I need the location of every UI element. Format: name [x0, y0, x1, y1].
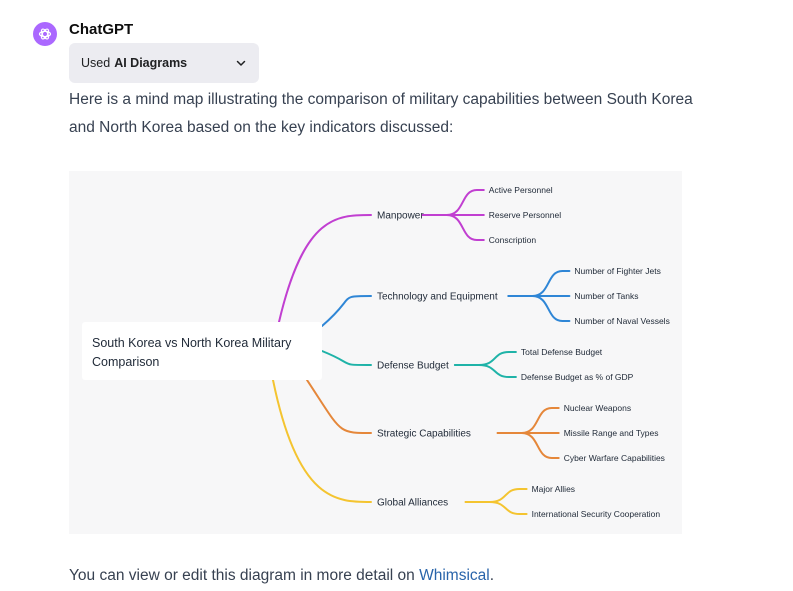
child-connector [507, 295, 571, 322]
branch-connector [321, 350, 372, 366]
mind-map-diagram: Manpower Active Personnel Reserve Personne… [69, 171, 682, 534]
branch-connector [278, 214, 372, 323]
branch-connector [272, 379, 372, 503]
intro-text: Here is a mind map illustrating the comp… [69, 91, 693, 136]
branch-label: Technology and Equipment [377, 292, 498, 303]
child-connector [464, 501, 528, 515]
child-label: Major Allies [532, 484, 575, 494]
child-label: Reserve Personnel [489, 210, 561, 220]
branch-connector [306, 379, 372, 434]
chatgpt-avatar [33, 22, 57, 46]
child-label: Total Defense Budget [521, 347, 603, 357]
child-label: Number of Naval Vessels [574, 316, 669, 326]
child-label: Nuclear Weapons [564, 403, 631, 413]
footer-prefix: You can view or edit this diagram in mor… [69, 567, 420, 584]
tool-used-prefix: Used [81, 56, 111, 70]
tool-used-toggle[interactable]: Used AI Diagrams [69, 43, 259, 83]
child-label: Number of Tanks [574, 291, 638, 301]
child-connector [464, 488, 528, 503]
openai-logo-icon [38, 28, 52, 40]
child-connector [421, 189, 485, 216]
child-label: Defense Budget as % of GDP [521, 372, 634, 382]
child-label: Active Personnel [489, 185, 553, 195]
branch-label: Strategic Capabilities [377, 429, 471, 440]
sender-name: ChatGPT [69, 21, 134, 38]
child-label: Conscription [489, 235, 537, 245]
child-connector [453, 364, 517, 378]
child-connector [496, 432, 560, 459]
child-connector [421, 214, 485, 241]
mind-map-root: South Korea vs North Korea Military Comp… [82, 322, 322, 380]
child-label: Missile Range and Types [564, 428, 659, 438]
child-connector [496, 407, 560, 434]
child-label: Number of Fighter Jets [574, 266, 660, 276]
child-label: Cyber Warfare Capabilities [564, 453, 665, 463]
footer-suffix: . [489, 567, 495, 584]
branch-label: Defense Budget [377, 361, 449, 372]
child-label: International Security Cooperation [532, 509, 661, 519]
whimsical-link[interactable]: Whimsical [419, 567, 490, 584]
chevron-down-icon [235, 57, 247, 69]
tool-name: AI Diagrams [114, 56, 188, 70]
child-connector [507, 270, 571, 297]
branch-label: Manpower [377, 211, 424, 222]
footer-text: You can view or edit this diagram in mor… [69, 567, 494, 585]
branch-connector [321, 295, 372, 327]
branch-label: Global Alliances [377, 498, 448, 509]
child-connector [453, 351, 517, 366]
